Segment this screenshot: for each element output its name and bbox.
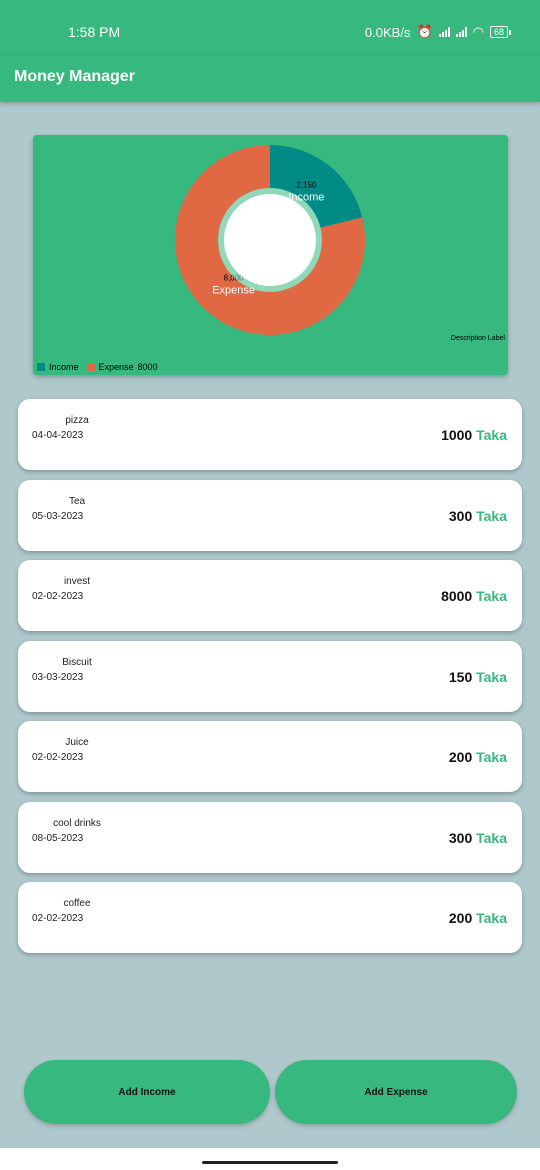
home-indicator[interactable] bbox=[202, 1161, 338, 1164]
amount-currency: Taka bbox=[476, 910, 507, 926]
amount-value: 200 bbox=[448, 749, 473, 765]
legend-label-income: Income bbox=[49, 362, 79, 372]
amount-value: 300 bbox=[448, 508, 473, 524]
app-title: Money Manager bbox=[14, 68, 135, 85]
legend-swatch-expense bbox=[86, 363, 95, 371]
transaction-date: 02-02-2023 bbox=[32, 913, 84, 924]
transaction-amount: 300 Taka bbox=[449, 830, 507, 846]
slice-value-label: 2,150 bbox=[296, 181, 317, 190]
transaction-card[interactable]: cool drinks 08-05-2023 300 Taka bbox=[18, 802, 522, 873]
add-income-button[interactable]: Add Income bbox=[24, 1060, 270, 1124]
chart-card[interactable]: 2,150 Income 8,000 Expense Description Labe… bbox=[33, 135, 508, 375]
transaction-amount: 8000 Taka bbox=[441, 588, 507, 604]
transaction-card[interactable]: pizza 04-04-2023 1000 Taka bbox=[18, 399, 522, 470]
amount-value: 200 bbox=[448, 910, 473, 926]
transaction-name: pizza bbox=[65, 415, 89, 426]
status-icons: 0.0KB/s ⏰ ◠ 68 bbox=[364, 24, 512, 40]
transaction-amount: 150 Taka bbox=[449, 669, 507, 685]
navigation-bar bbox=[0, 1148, 540, 1170]
legend-item-expense: Expense 8000 bbox=[86, 362, 158, 372]
network-speed: 0.0KB/s bbox=[364, 24, 411, 40]
battery-icon: 68 bbox=[489, 26, 512, 38]
transaction-card[interactable]: invest 02-02-2023 8000 Taka bbox=[18, 560, 522, 631]
transaction-date: 08-05-2023 bbox=[32, 833, 84, 844]
transaction-date: 04-04-2023 bbox=[32, 430, 84, 441]
transaction-name: invest bbox=[63, 576, 91, 587]
signal-icon-2 bbox=[455, 27, 467, 37]
transaction-amount: 200 Taka bbox=[449, 910, 507, 926]
transaction-name: Tea bbox=[68, 496, 86, 507]
amount-currency: Taka bbox=[476, 830, 507, 846]
amount-currency: Taka bbox=[476, 749, 507, 765]
alarm-off-icon: ⏰ bbox=[416, 24, 433, 39]
transaction-card[interactable]: Juice 02-02-2023 200 Taka bbox=[18, 721, 522, 792]
amount-value: 8000 bbox=[441, 588, 473, 604]
amount-value: 300 bbox=[448, 830, 473, 846]
signal-icon bbox=[438, 27, 450, 37]
transaction-amount: 300 Taka bbox=[449, 508, 507, 524]
amount-currency: Taka bbox=[476, 588, 507, 604]
transaction-card[interactable]: Biscuit 03-03-2023 150 Taka bbox=[18, 641, 522, 712]
pie-chart[interactable]: 2,150Income8,000Expense bbox=[33, 135, 508, 375]
legend-swatch-income bbox=[37, 363, 45, 371]
app-bar: Money Manager bbox=[0, 56, 540, 102]
legend-item-income: Income bbox=[37, 362, 79, 372]
amount-currency: Taka bbox=[476, 508, 507, 524]
transaction-name: cool drinks bbox=[53, 818, 101, 829]
transaction-amount: 200 Taka bbox=[449, 749, 507, 765]
transaction-amount: 1000 Taka bbox=[441, 427, 507, 443]
status-time: 1:58 PM bbox=[68, 24, 121, 40]
amount-currency: Taka bbox=[476, 427, 507, 443]
donut-hole bbox=[224, 194, 316, 286]
legend-label-expense: Expense bbox=[98, 362, 134, 372]
amount-value: 150 bbox=[448, 669, 473, 685]
transaction-name: coffee bbox=[63, 898, 91, 909]
legend-extra-value: 8000 bbox=[137, 362, 158, 372]
transaction-card[interactable]: coffee 02-02-2023 200 Taka bbox=[18, 882, 522, 953]
transaction-date: 03-03-2023 bbox=[32, 672, 84, 683]
transaction-name: Biscuit bbox=[62, 657, 92, 668]
transaction-card[interactable]: Tea 05-03-2023 300 Taka bbox=[18, 480, 522, 551]
status-bar: 1:58 PM 0.0KB/s ⏰ ◠ 68 bbox=[0, 0, 540, 56]
wifi-icon: ◠ bbox=[472, 24, 484, 39]
chart-legend: Income Expense 8000 bbox=[37, 362, 162, 372]
transaction-date: 02-02-2023 bbox=[32, 752, 84, 763]
amount-currency: Taka bbox=[476, 669, 507, 685]
chart-description-label: Description Label bbox=[450, 335, 505, 342]
add-expense-button[interactable]: Add Expense bbox=[275, 1060, 517, 1124]
transaction-date: 02-02-2023 bbox=[32, 591, 84, 602]
transaction-date: 05-03-2023 bbox=[32, 511, 84, 522]
amount-value: 1000 bbox=[441, 427, 473, 443]
transaction-name: Juice bbox=[65, 737, 89, 748]
